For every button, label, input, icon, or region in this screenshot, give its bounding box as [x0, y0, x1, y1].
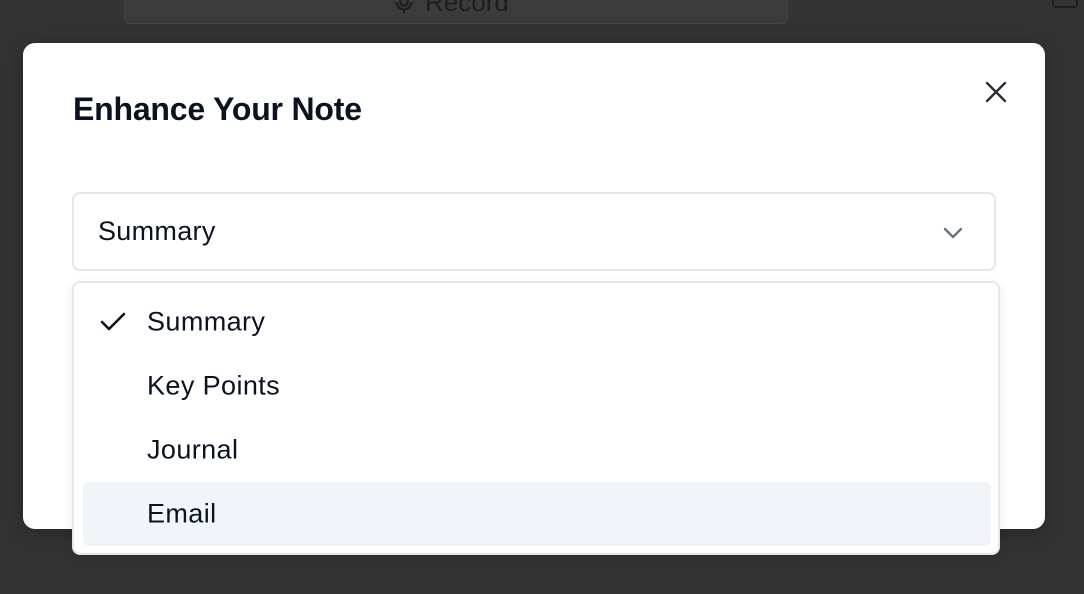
record-label: Record	[425, 0, 509, 17]
check-icon	[100, 312, 126, 331]
microphone-icon	[395, 0, 413, 13]
enhance-type-menu: Summary Key Points Journal Email	[72, 281, 1000, 555]
menu-item-email[interactable]: Email	[83, 482, 991, 546]
record-button: Record	[124, 0, 788, 24]
close-button[interactable]	[981, 77, 1011, 107]
select-value: Summary	[98, 216, 216, 246]
menu-item-key-points[interactable]: Key Points	[83, 354, 991, 418]
window-icon	[1052, 0, 1078, 8]
menu-item-summary[interactable]: Summary	[83, 290, 991, 354]
chevron-down-icon	[943, 227, 963, 239]
menu-item-label: Summary	[147, 306, 266, 337]
modal-title: Enhance Your Note	[73, 91, 362, 127]
menu-item-label: Key Points	[147, 370, 281, 401]
close-icon	[985, 81, 1007, 103]
enhance-type-select[interactable]: Summary	[72, 192, 996, 271]
menu-item-label: Email	[147, 498, 217, 529]
menu-item-journal[interactable]: Journal	[83, 418, 991, 482]
menu-item-label: Journal	[147, 434, 239, 465]
record-button-content: Record	[393, 0, 509, 18]
